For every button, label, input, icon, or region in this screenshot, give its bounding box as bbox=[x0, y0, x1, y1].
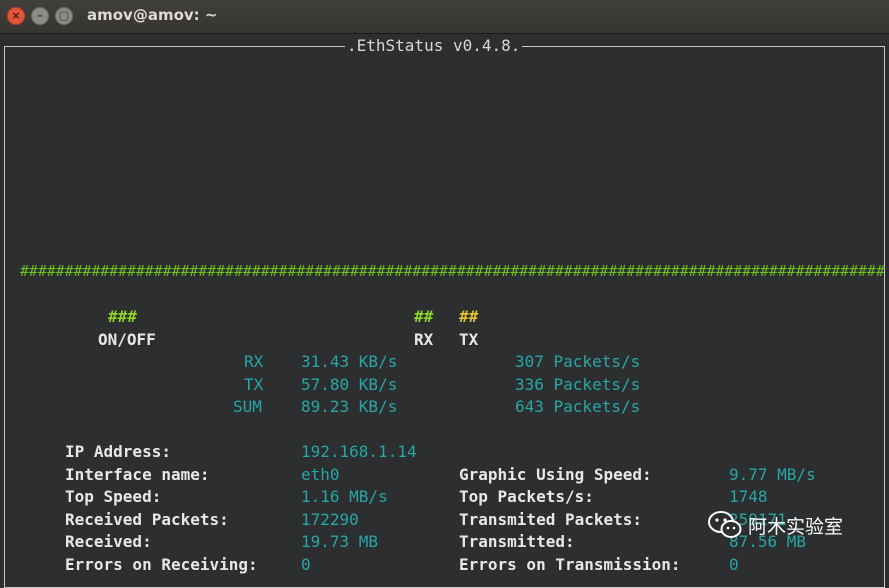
window-titlebar: × – □ amov@amov: ~ bbox=[0, 0, 889, 34]
app-header: .EthStatus v0.4.8. bbox=[345, 36, 523, 55]
rate-rx-packets: 307 Packets/s bbox=[515, 352, 641, 371]
rate-rx-speed: 31.43 KB/s bbox=[301, 352, 398, 371]
window-minimize-button[interactable]: – bbox=[31, 7, 49, 25]
legend-rx-marks: ## bbox=[414, 307, 434, 326]
rate-sum-label: SUM bbox=[233, 397, 262, 416]
stat-top-packets-label: Top Packets/s: bbox=[459, 487, 594, 506]
stat-ip-label: IP Address: bbox=[65, 442, 171, 461]
watermark-text: 阿木实验室 bbox=[748, 515, 844, 538]
legend-tx-label: TX bbox=[459, 330, 479, 349]
rate-sum-packets: 643 Packets/s bbox=[515, 397, 641, 416]
stat-graphic-speed-value: 9.77 MB/s bbox=[729, 465, 816, 484]
stat-errors-tx-value: 0 bbox=[729, 555, 739, 574]
stat-interface-value: eth0 bbox=[301, 465, 340, 484]
wechat-icon bbox=[708, 511, 742, 539]
stat-interface-label: Interface name: bbox=[65, 465, 210, 484]
stat-ip-value: 192.168.1.14 bbox=[301, 442, 417, 461]
stat-top-speed-label: Top Speed: bbox=[65, 487, 162, 506]
legend-onoff-label: ON/OFF bbox=[98, 330, 156, 349]
stat-received-packets-label: Received Packets: bbox=[65, 510, 229, 529]
watermark: 阿木实验室 bbox=[708, 508, 843, 542]
graph-bar-row: ########################################… bbox=[20, 262, 885, 280]
rate-rx-label: RX bbox=[244, 352, 264, 371]
window-close-button[interactable]: × bbox=[7, 7, 25, 25]
legend-rx-label: RX bbox=[414, 330, 434, 349]
rate-tx-label: TX bbox=[244, 375, 264, 394]
rate-sum-speed: 89.23 KB/s bbox=[301, 397, 398, 416]
stat-errors-rx-label: Errors on Receiving: bbox=[65, 555, 258, 574]
legend-onoff-marks: ### bbox=[108, 307, 137, 326]
window-maximize-button[interactable]: □ bbox=[55, 7, 73, 25]
rate-tx-speed: 57.80 KB/s bbox=[301, 375, 398, 394]
stat-transmitted-label: Transmitted: bbox=[459, 532, 575, 551]
stat-received-label: Received: bbox=[65, 532, 152, 551]
rate-tx-packets: 336 Packets/s bbox=[515, 375, 641, 394]
stat-received-value: 19.73 MB bbox=[301, 532, 379, 551]
stat-errors-tx-label: Errors on Transmission: bbox=[459, 555, 681, 574]
stat-top-speed-value: 1.16 MB/s bbox=[301, 487, 388, 506]
stat-graphic-speed-label: Graphic Using Speed: bbox=[459, 465, 652, 484]
stat-received-packets-value: 172290 bbox=[301, 510, 359, 529]
window-title: amov@amov: ~ bbox=[87, 6, 218, 24]
stat-transmited-packets-label: Transmited Packets: bbox=[459, 510, 643, 529]
stat-errors-rx-value: 0 bbox=[301, 555, 311, 574]
legend-tx-marks: ## bbox=[459, 307, 479, 326]
stat-top-packets-value: 1748 bbox=[729, 487, 768, 506]
